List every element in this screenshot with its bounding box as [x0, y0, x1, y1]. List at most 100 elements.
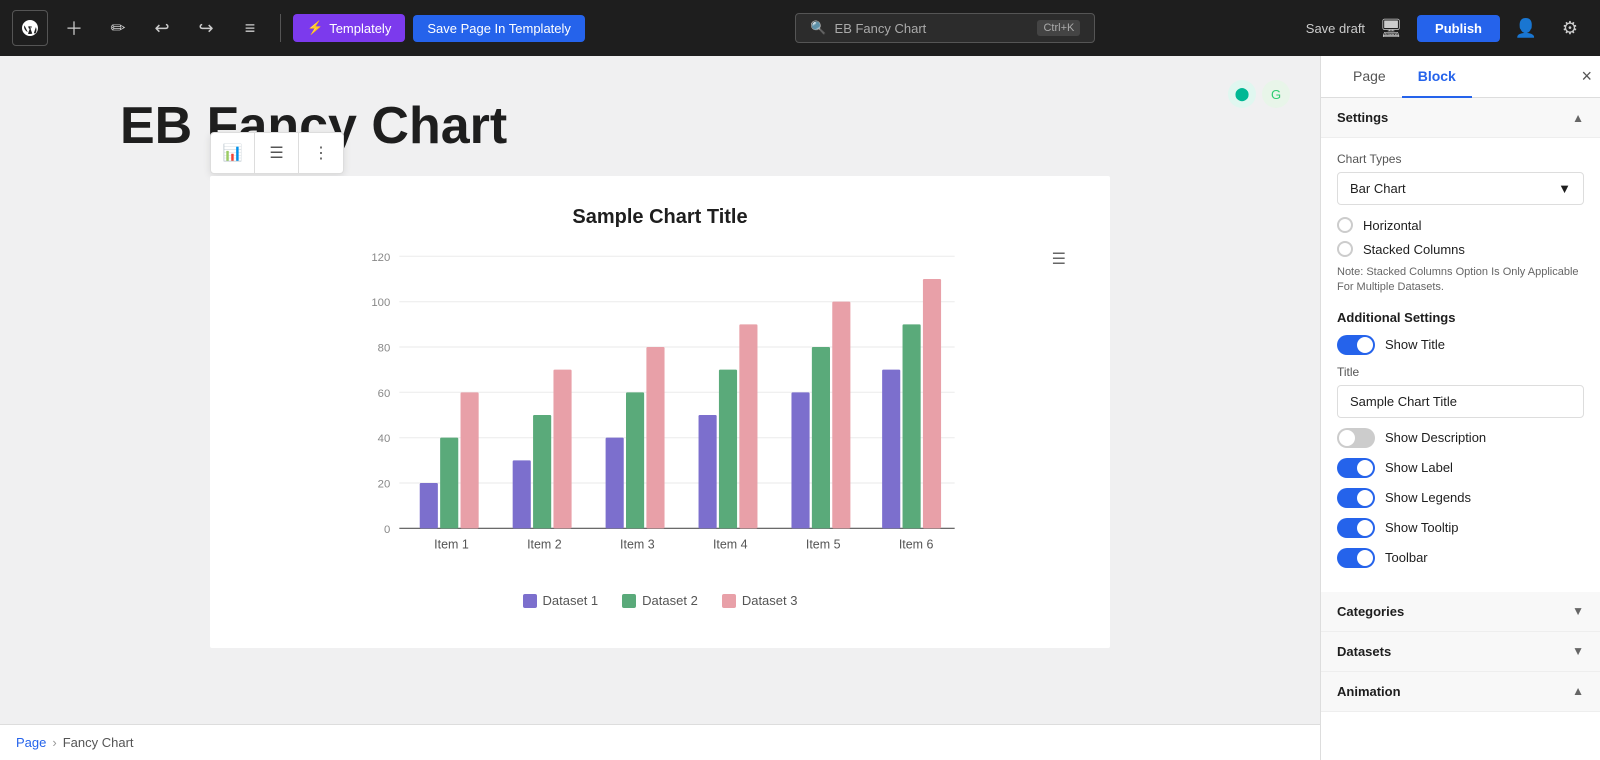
save-templately-button[interactable]: Save Page In Templately — [413, 15, 585, 42]
title-field-label: Title — [1337, 365, 1584, 379]
svg-text:40: 40 — [444, 426, 456, 437]
search-bar[interactable]: 🔍 EB Fancy Chart Ctrl+K — [795, 13, 1095, 43]
legend-color-2 — [622, 594, 636, 608]
list-view-button[interactable]: ≡ — [232, 10, 268, 46]
chart-menu-button[interactable]: ☰ — [1052, 249, 1066, 269]
wp-logo[interactable] — [12, 10, 48, 46]
user-avatar-button[interactable]: 👤 — [1508, 10, 1544, 46]
svg-text:Item 4: Item 4 — [713, 538, 748, 552]
show-legends-label: Show Legends — [1385, 490, 1471, 505]
svg-text:Item 2: Item 2 — [527, 538, 562, 552]
show-legends-row: Show Legends — [1337, 488, 1584, 508]
show-label-row: Show Label — [1337, 458, 1584, 478]
show-description-toggle[interactable] — [1337, 428, 1375, 448]
animation-chevron-icon: ▲ — [1572, 684, 1584, 698]
breadcrumb-page[interactable]: Page — [16, 735, 46, 750]
svg-text:Item 5: Item 5 — [806, 538, 841, 552]
settings-section-header[interactable]: Settings ▲ — [1321, 98, 1600, 138]
svg-text:90: 90 — [906, 313, 918, 324]
legend-label-3: Dataset 3 — [742, 593, 798, 608]
legend-label-1: Dataset 1 — [543, 593, 599, 608]
legend-label-2: Dataset 2 — [642, 593, 698, 608]
save-draft-button[interactable]: Save draft — [1306, 21, 1365, 36]
toolbar-right: Save draft 🖥 Publish 👤 ⚙ — [1306, 10, 1588, 46]
breadcrumb-bar: Page › Fancy Chart — [0, 724, 1320, 760]
show-tooltip-knob — [1357, 520, 1373, 536]
datasets-section-header[interactable]: Datasets ▼ — [1321, 632, 1600, 672]
svg-text:80: 80 — [650, 336, 662, 347]
show-label-toggle[interactable] — [1337, 458, 1375, 478]
right-panel: Page Block × Settings ▲ Chart Types Bar … — [1320, 56, 1600, 760]
svg-text:Item 6: Item 6 — [899, 538, 934, 552]
settings-label: Settings — [1337, 110, 1388, 125]
svg-text:50: 50 — [702, 404, 714, 415]
panel-close-button[interactable]: × — [1573, 58, 1600, 95]
show-label-knob — [1357, 460, 1373, 476]
svg-text:30: 30 — [516, 449, 528, 460]
legend-item-2: Dataset 2 — [622, 593, 698, 608]
show-legends-toggle[interactable] — [1337, 488, 1375, 508]
svg-text:60: 60 — [378, 388, 391, 400]
svg-text:60: 60 — [629, 381, 641, 392]
preview-button[interactable]: 🖥 — [1373, 10, 1409, 46]
block-wrapper: Sample Chart Title ☰ — [210, 176, 1110, 648]
publish-button[interactable]: Publish — [1417, 15, 1500, 42]
svg-text:100: 100 — [833, 290, 850, 301]
svg-text:40: 40 — [609, 426, 621, 437]
block-toolbar-more-button[interactable]: ⋮ — [299, 133, 343, 173]
chart-svg: 0 20 40 60 80 100 120 20 — [250, 245, 1070, 585]
settings-panel-button[interactable]: ⚙ — [1552, 10, 1588, 46]
toolbar-knob — [1357, 550, 1373, 566]
redo-button[interactable]: ↪ — [188, 10, 224, 46]
search-shortcut: Ctrl+K — [1037, 20, 1080, 36]
undo-button[interactable]: ↩ — [144, 10, 180, 46]
chart-title: Sample Chart Title — [250, 206, 1070, 229]
block-toolbar: 📊 ☰ ⋮ — [210, 132, 344, 174]
main-toolbar: ＋ ✏ ↩ ↪ ≡ ⚡ Templately Save Page In Temp… — [0, 0, 1600, 56]
chart-legend: Dataset 1 Dataset 2 Dataset 3 — [250, 593, 1070, 608]
chart-type-dropdown[interactable]: Bar Chart ▼ — [1337, 172, 1584, 205]
categories-chevron-icon: ▼ — [1572, 604, 1584, 618]
templately-button[interactable]: ⚡ Templately — [293, 14, 405, 42]
tab-page[interactable]: Page — [1337, 56, 1402, 98]
show-tooltip-row: Show Tooltip — [1337, 518, 1584, 538]
toolbar-toggle[interactable] — [1337, 548, 1375, 568]
svg-text:40: 40 — [378, 433, 391, 445]
svg-text:90: 90 — [743, 313, 755, 324]
svg-text:120: 120 — [371, 252, 390, 264]
stacked-columns-label: Stacked Columns — [1363, 242, 1465, 257]
toolbar-toggle-row: Toolbar — [1337, 548, 1584, 568]
stacked-columns-radio-row: Stacked Columns — [1337, 241, 1584, 257]
title-input[interactable] — [1337, 385, 1584, 418]
chart-container: ☰ 0 20 4 — [250, 245, 1070, 585]
datasets-label: Datasets — [1337, 644, 1391, 659]
svg-text:110: 110 — [924, 268, 941, 279]
svg-text:0: 0 — [384, 524, 390, 536]
templately-icon: ⚡ — [307, 20, 323, 36]
settings-section-body: Chart Types Bar Chart ▼ Horizontal Stack… — [1321, 138, 1600, 592]
block-toolbar-chart-button[interactable]: 📊 — [211, 133, 255, 173]
stacked-columns-radio[interactable] — [1337, 241, 1353, 257]
show-title-label: Show Title — [1385, 337, 1445, 352]
tab-block[interactable]: Block — [1402, 56, 1472, 98]
block-container: 📊 ☰ ⋮ Sample Chart Title ☰ — [210, 176, 1110, 648]
show-title-toggle[interactable] — [1337, 335, 1375, 355]
block-toolbar-align-button[interactable]: ☰ — [255, 133, 299, 173]
add-block-button[interactable]: ＋ — [56, 10, 92, 46]
settings-chevron-icon: ▲ — [1572, 111, 1584, 125]
svg-text:80: 80 — [815, 336, 827, 347]
svg-text:70: 70 — [722, 358, 734, 369]
categories-label: Categories — [1337, 604, 1404, 619]
toolbar-center: 🔍 EB Fancy Chart Ctrl+K — [593, 13, 1298, 43]
show-legends-knob — [1357, 490, 1373, 506]
horizontal-radio[interactable] — [1337, 217, 1353, 233]
legend-item-3: Dataset 3 — [722, 593, 798, 608]
svg-text:100: 100 — [371, 297, 390, 309]
show-tooltip-label: Show Tooltip — [1385, 520, 1458, 535]
edit-button[interactable]: ✏ — [100, 10, 136, 46]
stacked-note: Note: Stacked Columns Option Is Only App… — [1337, 265, 1584, 296]
show-title-knob — [1357, 337, 1373, 353]
animation-section-header[interactable]: Animation ▲ — [1321, 672, 1600, 712]
categories-section-header[interactable]: Categories ▼ — [1321, 592, 1600, 632]
show-tooltip-toggle[interactable] — [1337, 518, 1375, 538]
